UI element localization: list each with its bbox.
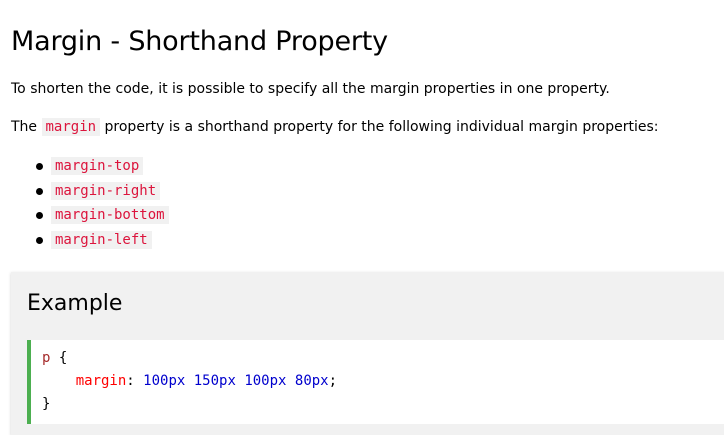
css-property: margin — [75, 373, 127, 389]
list-item: margin-bottom — [0, 204, 169, 229]
css-value: 100px 150px 100px 80px — [143, 373, 329, 389]
inline-code-margin-top: margin-top — [51, 157, 144, 175]
code-line-selector: p { — [42, 347, 724, 370]
shorthand-text-before: The — [11, 119, 42, 135]
inline-code-margin: margin — [41, 118, 101, 136]
code-block[interactable]: p { margin: 100px 150px 100px 80px;} — [27, 340, 724, 424]
bullet-icon — [36, 187, 43, 195]
page-title: Margin - Shorthand Property — [11, 26, 388, 57]
inline-code-margin-right: margin-right — [51, 181, 161, 200]
inline-code-margin-left: margin-left — [51, 230, 152, 249]
example-box: Example p { margin: 100px 150px 100px 80… — [11, 272, 724, 435]
list-item: margin-left — [0, 229, 169, 254]
inline-code-margin-bottom: margin-bottom — [51, 206, 169, 225]
css-selector: p — [42, 350, 51, 366]
css-semicolon: ; — [328, 373, 338, 389]
bullet-icon — [36, 236, 43, 244]
list-item: margin-right — [0, 180, 169, 205]
code-line-close: } — [42, 393, 724, 416]
css-colon: : — [126, 373, 135, 389]
example-title: Example — [27, 291, 123, 316]
intro-paragraph: To shorten the code, it is possible to s… — [11, 81, 610, 97]
list-item: margin-top — [0, 155, 169, 180]
page: Margin - Shorthand Property To shorten t… — [0, 0, 724, 435]
shorthand-paragraph: The margin property is a shorthand prope… — [11, 116, 659, 138]
bullet-icon — [36, 212, 43, 220]
code-line-declaration: margin: 100px 150px 100px 80px; — [42, 370, 724, 393]
bullet-icon — [36, 163, 43, 170]
margin-properties-list: margin-top margin-right margin-bottom ma… — [0, 155, 169, 253]
shorthand-text-after: property is a shorthand property for the… — [100, 119, 659, 135]
css-close-brace: } — [42, 396, 51, 412]
css-open-brace: { — [58, 350, 68, 366]
